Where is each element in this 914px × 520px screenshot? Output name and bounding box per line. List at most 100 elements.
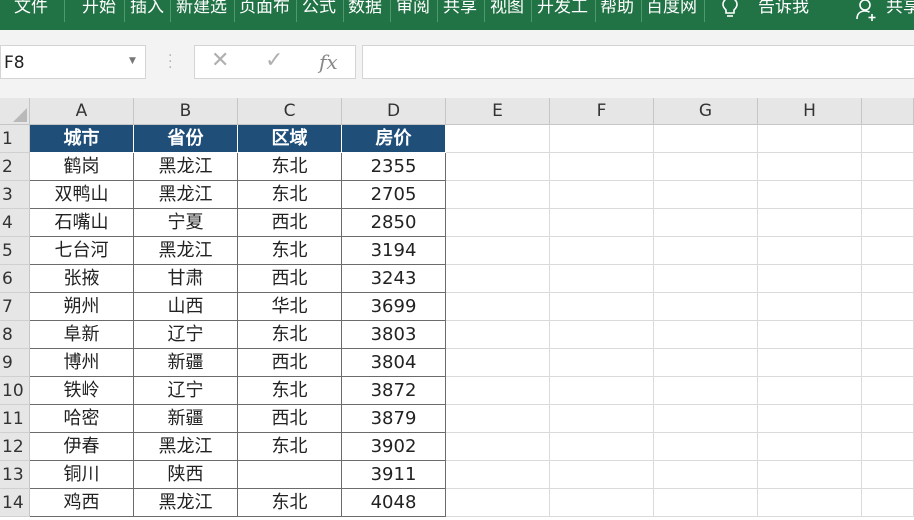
- table-cell[interactable]: 黑龙江: [134, 181, 238, 209]
- tell-me-search[interactable]: 告诉我: [758, 0, 809, 19]
- select-all-corner[interactable]: [0, 98, 30, 125]
- empty-cell[interactable]: [654, 237, 758, 265]
- tab-home[interactable]: 开始: [82, 0, 116, 19]
- column-header-a[interactable]: A: [30, 98, 134, 125]
- table-cell[interactable]: 西北: [238, 209, 342, 237]
- name-box[interactable]: F8 ▼: [0, 45, 146, 79]
- table-cell[interactable]: 东北: [238, 181, 342, 209]
- row-header[interactable]: 13: [0, 461, 30, 489]
- empty-cell[interactable]: [446, 181, 550, 209]
- empty-cell[interactable]: [550, 293, 654, 321]
- empty-cell[interactable]: [654, 125, 758, 153]
- tab-new-select[interactable]: 新建选: [176, 0, 227, 19]
- empty-cell[interactable]: [862, 321, 914, 349]
- table-cell[interactable]: 铁岭: [30, 377, 134, 405]
- tab-data[interactable]: 数据: [348, 0, 382, 19]
- empty-cell[interactable]: [654, 209, 758, 237]
- empty-cell[interactable]: [758, 293, 862, 321]
- table-header-cell[interactable]: 区域: [238, 125, 342, 153]
- tab-insert[interactable]: 插入: [130, 0, 164, 19]
- empty-cell[interactable]: [862, 153, 914, 181]
- table-cell[interactable]: 辽宁: [134, 321, 238, 349]
- table-cell[interactable]: 哈密: [30, 405, 134, 433]
- empty-cell[interactable]: [446, 349, 550, 377]
- empty-cell[interactable]: [446, 461, 550, 489]
- empty-cell[interactable]: [862, 181, 914, 209]
- empty-cell[interactable]: [550, 321, 654, 349]
- tab-baidu-netdisk[interactable]: 百度网: [646, 0, 697, 19]
- table-cell[interactable]: [238, 461, 342, 489]
- empty-cell[interactable]: [862, 265, 914, 293]
- row-header[interactable]: 9: [0, 349, 30, 377]
- empty-cell[interactable]: [550, 209, 654, 237]
- empty-cell[interactable]: [446, 153, 550, 181]
- table-cell[interactable]: 铜川: [30, 461, 134, 489]
- empty-cell[interactable]: [446, 377, 550, 405]
- empty-cell[interactable]: [758, 321, 862, 349]
- row-header[interactable]: 10: [0, 377, 30, 405]
- table-cell[interactable]: 3902: [342, 433, 446, 461]
- row-header[interactable]: 3: [0, 181, 30, 209]
- empty-cell[interactable]: [862, 349, 914, 377]
- empty-cell[interactable]: [862, 209, 914, 237]
- row-header[interactable]: 2: [0, 153, 30, 181]
- table-cell[interactable]: 3699: [342, 293, 446, 321]
- empty-cell[interactable]: [862, 293, 914, 321]
- empty-cell[interactable]: [758, 125, 862, 153]
- table-cell[interactable]: 石嘴山: [30, 209, 134, 237]
- empty-cell[interactable]: [654, 349, 758, 377]
- formula-input[interactable]: [362, 45, 914, 79]
- row-header[interactable]: 1: [0, 125, 30, 153]
- row-header[interactable]: 7: [0, 293, 30, 321]
- column-header-g[interactable]: G: [654, 98, 758, 125]
- tab-review[interactable]: 审阅: [396, 0, 430, 19]
- table-cell[interactable]: 博州: [30, 349, 134, 377]
- empty-cell[interactable]: [862, 405, 914, 433]
- empty-cell[interactable]: [758, 461, 862, 489]
- share-button[interactable]: 共享: [886, 0, 914, 19]
- empty-cell[interactable]: [758, 377, 862, 405]
- empty-cell[interactable]: [758, 489, 862, 517]
- empty-cell[interactable]: [862, 377, 914, 405]
- tab-page-layout[interactable]: 页面布: [239, 0, 290, 19]
- empty-cell[interactable]: [758, 265, 862, 293]
- table-cell[interactable]: 新疆: [134, 349, 238, 377]
- table-header-cell[interactable]: 房价: [342, 125, 446, 153]
- empty-cell[interactable]: [654, 293, 758, 321]
- empty-cell[interactable]: [446, 125, 550, 153]
- empty-cell[interactable]: [446, 293, 550, 321]
- table-cell[interactable]: 4048: [342, 489, 446, 517]
- table-cell[interactable]: 3804: [342, 349, 446, 377]
- empty-cell[interactable]: [550, 125, 654, 153]
- table-cell[interactable]: 七台河: [30, 237, 134, 265]
- chevron-down-icon[interactable]: ▼: [129, 56, 136, 66]
- table-cell[interactable]: 2850: [342, 209, 446, 237]
- column-header-d[interactable]: D: [342, 98, 446, 125]
- table-cell[interactable]: 辽宁: [134, 377, 238, 405]
- empty-cell[interactable]: [446, 433, 550, 461]
- empty-cell[interactable]: [758, 237, 862, 265]
- empty-cell[interactable]: [758, 433, 862, 461]
- empty-cell[interactable]: [550, 237, 654, 265]
- empty-cell[interactable]: [654, 265, 758, 293]
- table-cell[interactable]: 3911: [342, 461, 446, 489]
- table-cell[interactable]: 陕西: [134, 461, 238, 489]
- empty-cell[interactable]: [654, 489, 758, 517]
- empty-cell[interactable]: [550, 181, 654, 209]
- table-cell[interactable]: 东北: [238, 153, 342, 181]
- enter-icon[interactable]: ✓: [265, 48, 283, 73]
- tab-help[interactable]: 帮助: [600, 0, 634, 19]
- table-cell[interactable]: 2705: [342, 181, 446, 209]
- empty-cell[interactable]: [654, 321, 758, 349]
- table-cell[interactable]: 东北: [238, 433, 342, 461]
- empty-cell[interactable]: [758, 349, 862, 377]
- table-cell[interactable]: 3243: [342, 265, 446, 293]
- empty-cell[interactable]: [862, 461, 914, 489]
- table-cell[interactable]: 东北: [238, 321, 342, 349]
- empty-cell[interactable]: [862, 489, 914, 517]
- empty-cell[interactable]: [446, 265, 550, 293]
- empty-cell[interactable]: [550, 153, 654, 181]
- row-header[interactable]: 11: [0, 405, 30, 433]
- empty-cell[interactable]: [862, 237, 914, 265]
- empty-cell[interactable]: [550, 377, 654, 405]
